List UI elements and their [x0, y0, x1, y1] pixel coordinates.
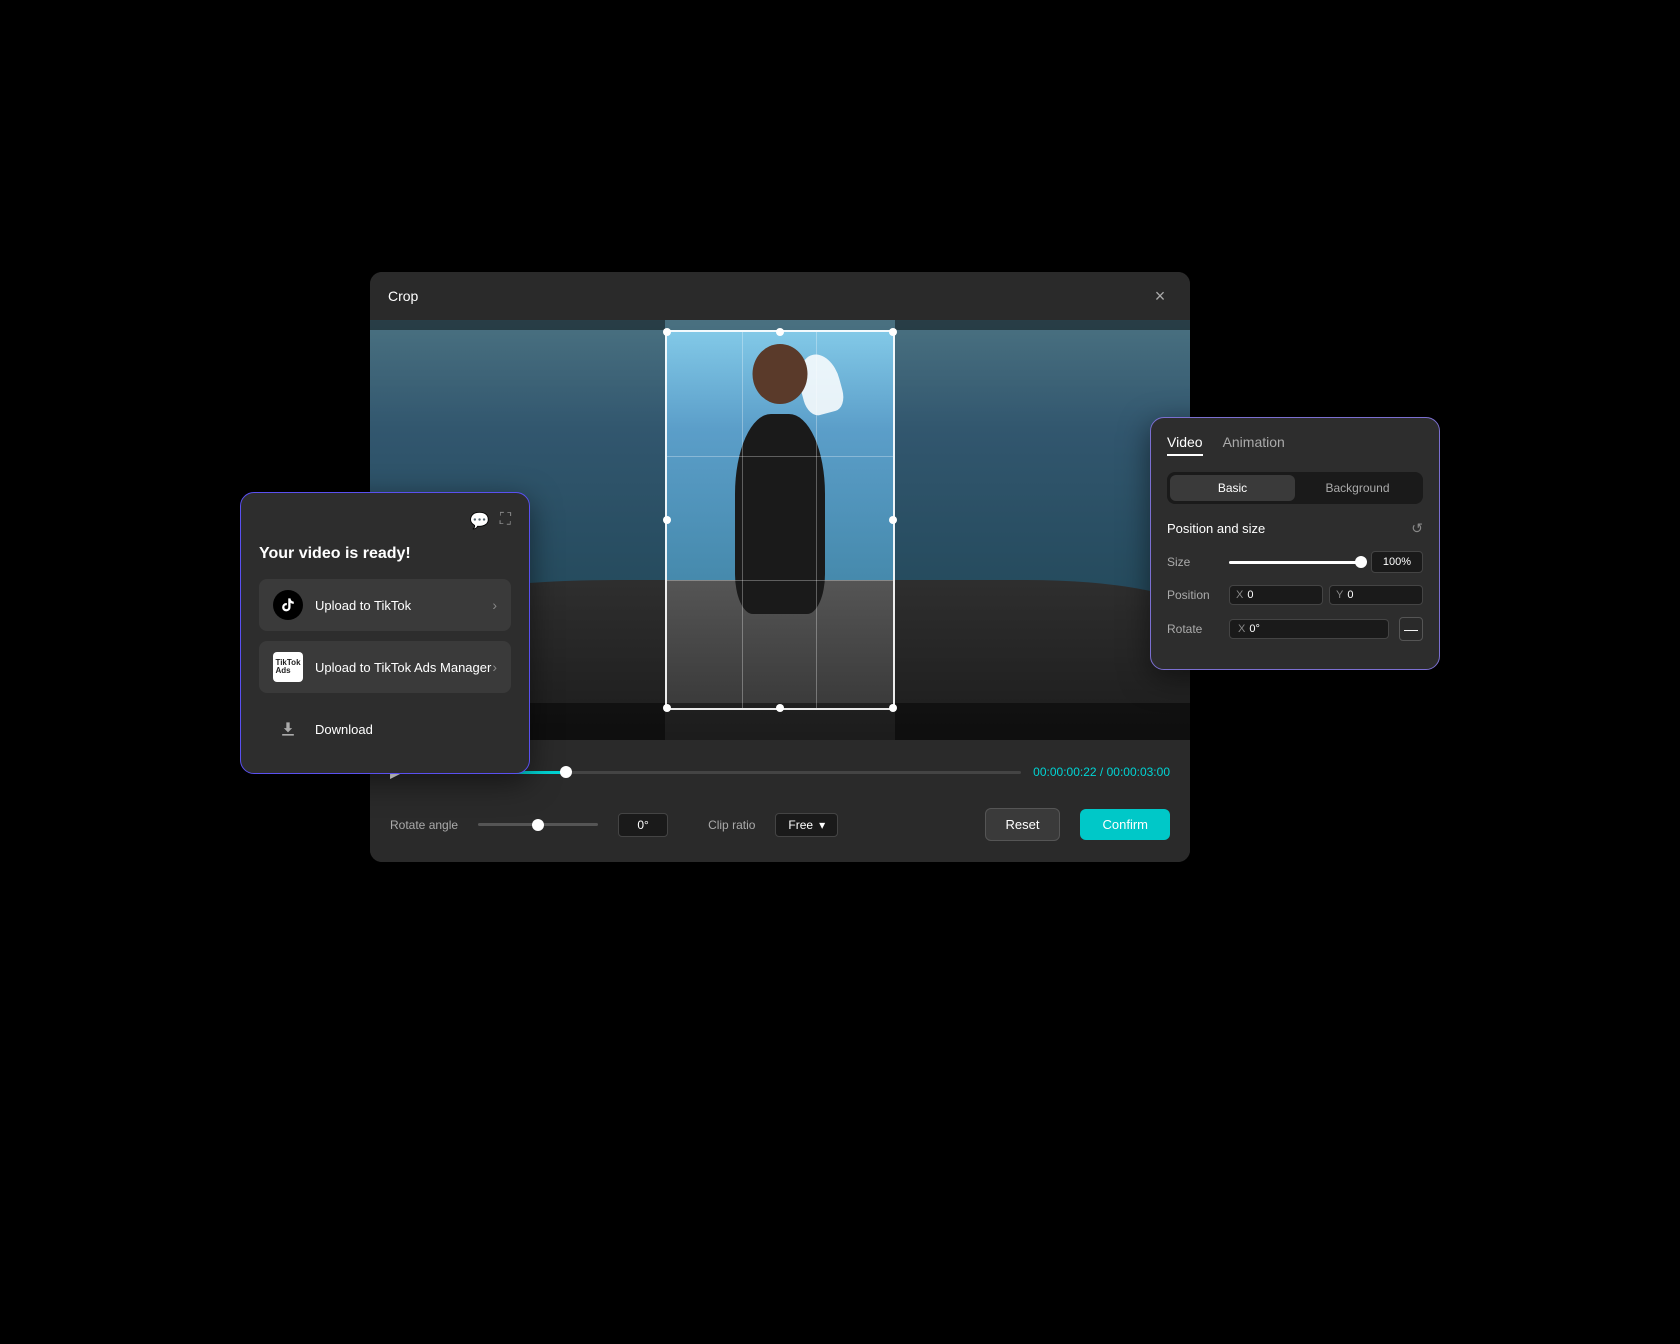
size-value[interactable]: 100%	[1371, 551, 1423, 573]
fullscreen-icon[interactable]: ⛶	[500, 511, 511, 531]
timeline-thumb[interactable]	[560, 766, 572, 778]
rotate-x-label: X	[1238, 623, 1245, 635]
download-label: Download	[315, 722, 373, 737]
rotate-angle-label: Rotate angle	[390, 818, 458, 832]
size-slider-track[interactable]	[1229, 561, 1361, 564]
position-row: Position X 0 Y 0	[1167, 585, 1423, 605]
size-slider-fill	[1229, 561, 1361, 564]
crop-grid-v2	[816, 332, 817, 708]
ready-panel-icons: 💬 ⛶	[259, 511, 511, 531]
position-x-label: X	[1236, 589, 1243, 601]
ads-manager-icon: TikTokAds	[273, 652, 303, 682]
clip-ratio-dropdown[interactable]: Free ▾	[775, 813, 838, 837]
subtab-background[interactable]: Background	[1295, 475, 1420, 501]
crop-grid-v1	[742, 332, 743, 708]
crop-overlay-right	[895, 320, 1190, 740]
ready-panel: 💬 ⛶ Your video is ready! Upload to TikTo…	[240, 492, 530, 774]
crop-handle-mr[interactable]	[889, 516, 897, 524]
upload-tiktok-button[interactable]: Upload to TikTok ›	[259, 579, 511, 631]
position-y-value: 0	[1347, 589, 1353, 601]
upload-ads-manager-button[interactable]: TikTokAds Upload to TikTok Ads Manager ›	[259, 641, 511, 693]
crop-grid-h1	[667, 456, 893, 457]
reset-button[interactable]: Reset	[985, 808, 1061, 841]
position-x-value: 0	[1247, 589, 1253, 601]
crop-handle-ml[interactable]	[663, 516, 671, 524]
crop-handle-tl[interactable]	[663, 328, 671, 336]
rotate-angle-input[interactable]: 0°	[618, 813, 668, 837]
size-row: Size 100%	[1167, 551, 1423, 573]
rotate-label: Rotate	[1167, 622, 1219, 636]
upload-tiktok-label: Upload to TikTok	[315, 598, 492, 613]
bottom-controls: Rotate angle 0° Clip ratio Free ▾ Reset …	[370, 787, 1190, 862]
rotate-minus-button[interactable]: —	[1399, 617, 1423, 641]
tiktok-icon	[273, 590, 303, 620]
tab-animation[interactable]: Animation	[1223, 434, 1285, 456]
rotate-slider-track[interactable]	[478, 823, 598, 826]
tab-video[interactable]: Video	[1167, 434, 1203, 456]
crop-handle-bc[interactable]	[776, 704, 784, 712]
position-label: Position	[1167, 588, 1219, 602]
size-slider-thumb[interactable]	[1355, 556, 1367, 568]
crop-handle-bl[interactable]	[663, 704, 671, 712]
crop-handle-br[interactable]	[889, 704, 897, 712]
subtab-basic[interactable]: Basic	[1170, 475, 1295, 501]
upload-ads-manager-label: Upload to TikTok Ads Manager	[315, 660, 492, 675]
crop-titlebar: Crop ×	[370, 272, 1190, 320]
close-button[interactable]: ×	[1148, 284, 1172, 308]
position-y-input[interactable]: Y 0	[1329, 585, 1423, 605]
position-x-input[interactable]: X 0	[1229, 585, 1323, 605]
crop-grid-h2	[667, 580, 893, 581]
download-button[interactable]: Download	[259, 703, 511, 755]
crop-handle-tc[interactable]	[776, 328, 784, 336]
crop-handle-tr[interactable]	[889, 328, 897, 336]
reset-section-icon[interactable]: ↺	[1411, 520, 1423, 537]
rotate-slider-thumb[interactable]	[532, 819, 544, 831]
confirm-button[interactable]: Confirm	[1080, 809, 1170, 840]
chevron-down-icon: ▾	[819, 818, 825, 832]
ads-manager-chevron-icon: ›	[492, 659, 497, 675]
rotate-x-input[interactable]: X 0°	[1229, 619, 1389, 639]
ready-title: Your video is ready!	[259, 545, 511, 563]
clip-ratio-label: Clip ratio	[708, 818, 755, 832]
position-xy-group: X 0 Y 0	[1229, 585, 1423, 605]
tiktok-chevron-icon: ›	[492, 597, 497, 613]
download-icon	[273, 714, 303, 744]
section-title: Position and size	[1167, 521, 1265, 536]
position-y-label: Y	[1336, 589, 1343, 601]
rotate-row: Rotate X 0° —	[1167, 617, 1423, 641]
time-display: 00:00:00:22 / 00:00:03:00	[1033, 765, 1170, 779]
properties-panel: Video Animation Basic Background Positio…	[1150, 417, 1440, 670]
size-label: Size	[1167, 555, 1219, 569]
scene: Crop ×	[240, 222, 1440, 1122]
comment-icon[interactable]: 💬	[470, 511, 490, 531]
section-header: Position and size ↺	[1167, 520, 1423, 537]
rotate-x-value: 0°	[1249, 623, 1260, 635]
crop-selection[interactable]	[665, 330, 895, 710]
props-tabs: Video Animation	[1167, 434, 1423, 456]
crop-dialog-title: Crop	[388, 288, 418, 304]
props-subtabs: Basic Background	[1167, 472, 1423, 504]
